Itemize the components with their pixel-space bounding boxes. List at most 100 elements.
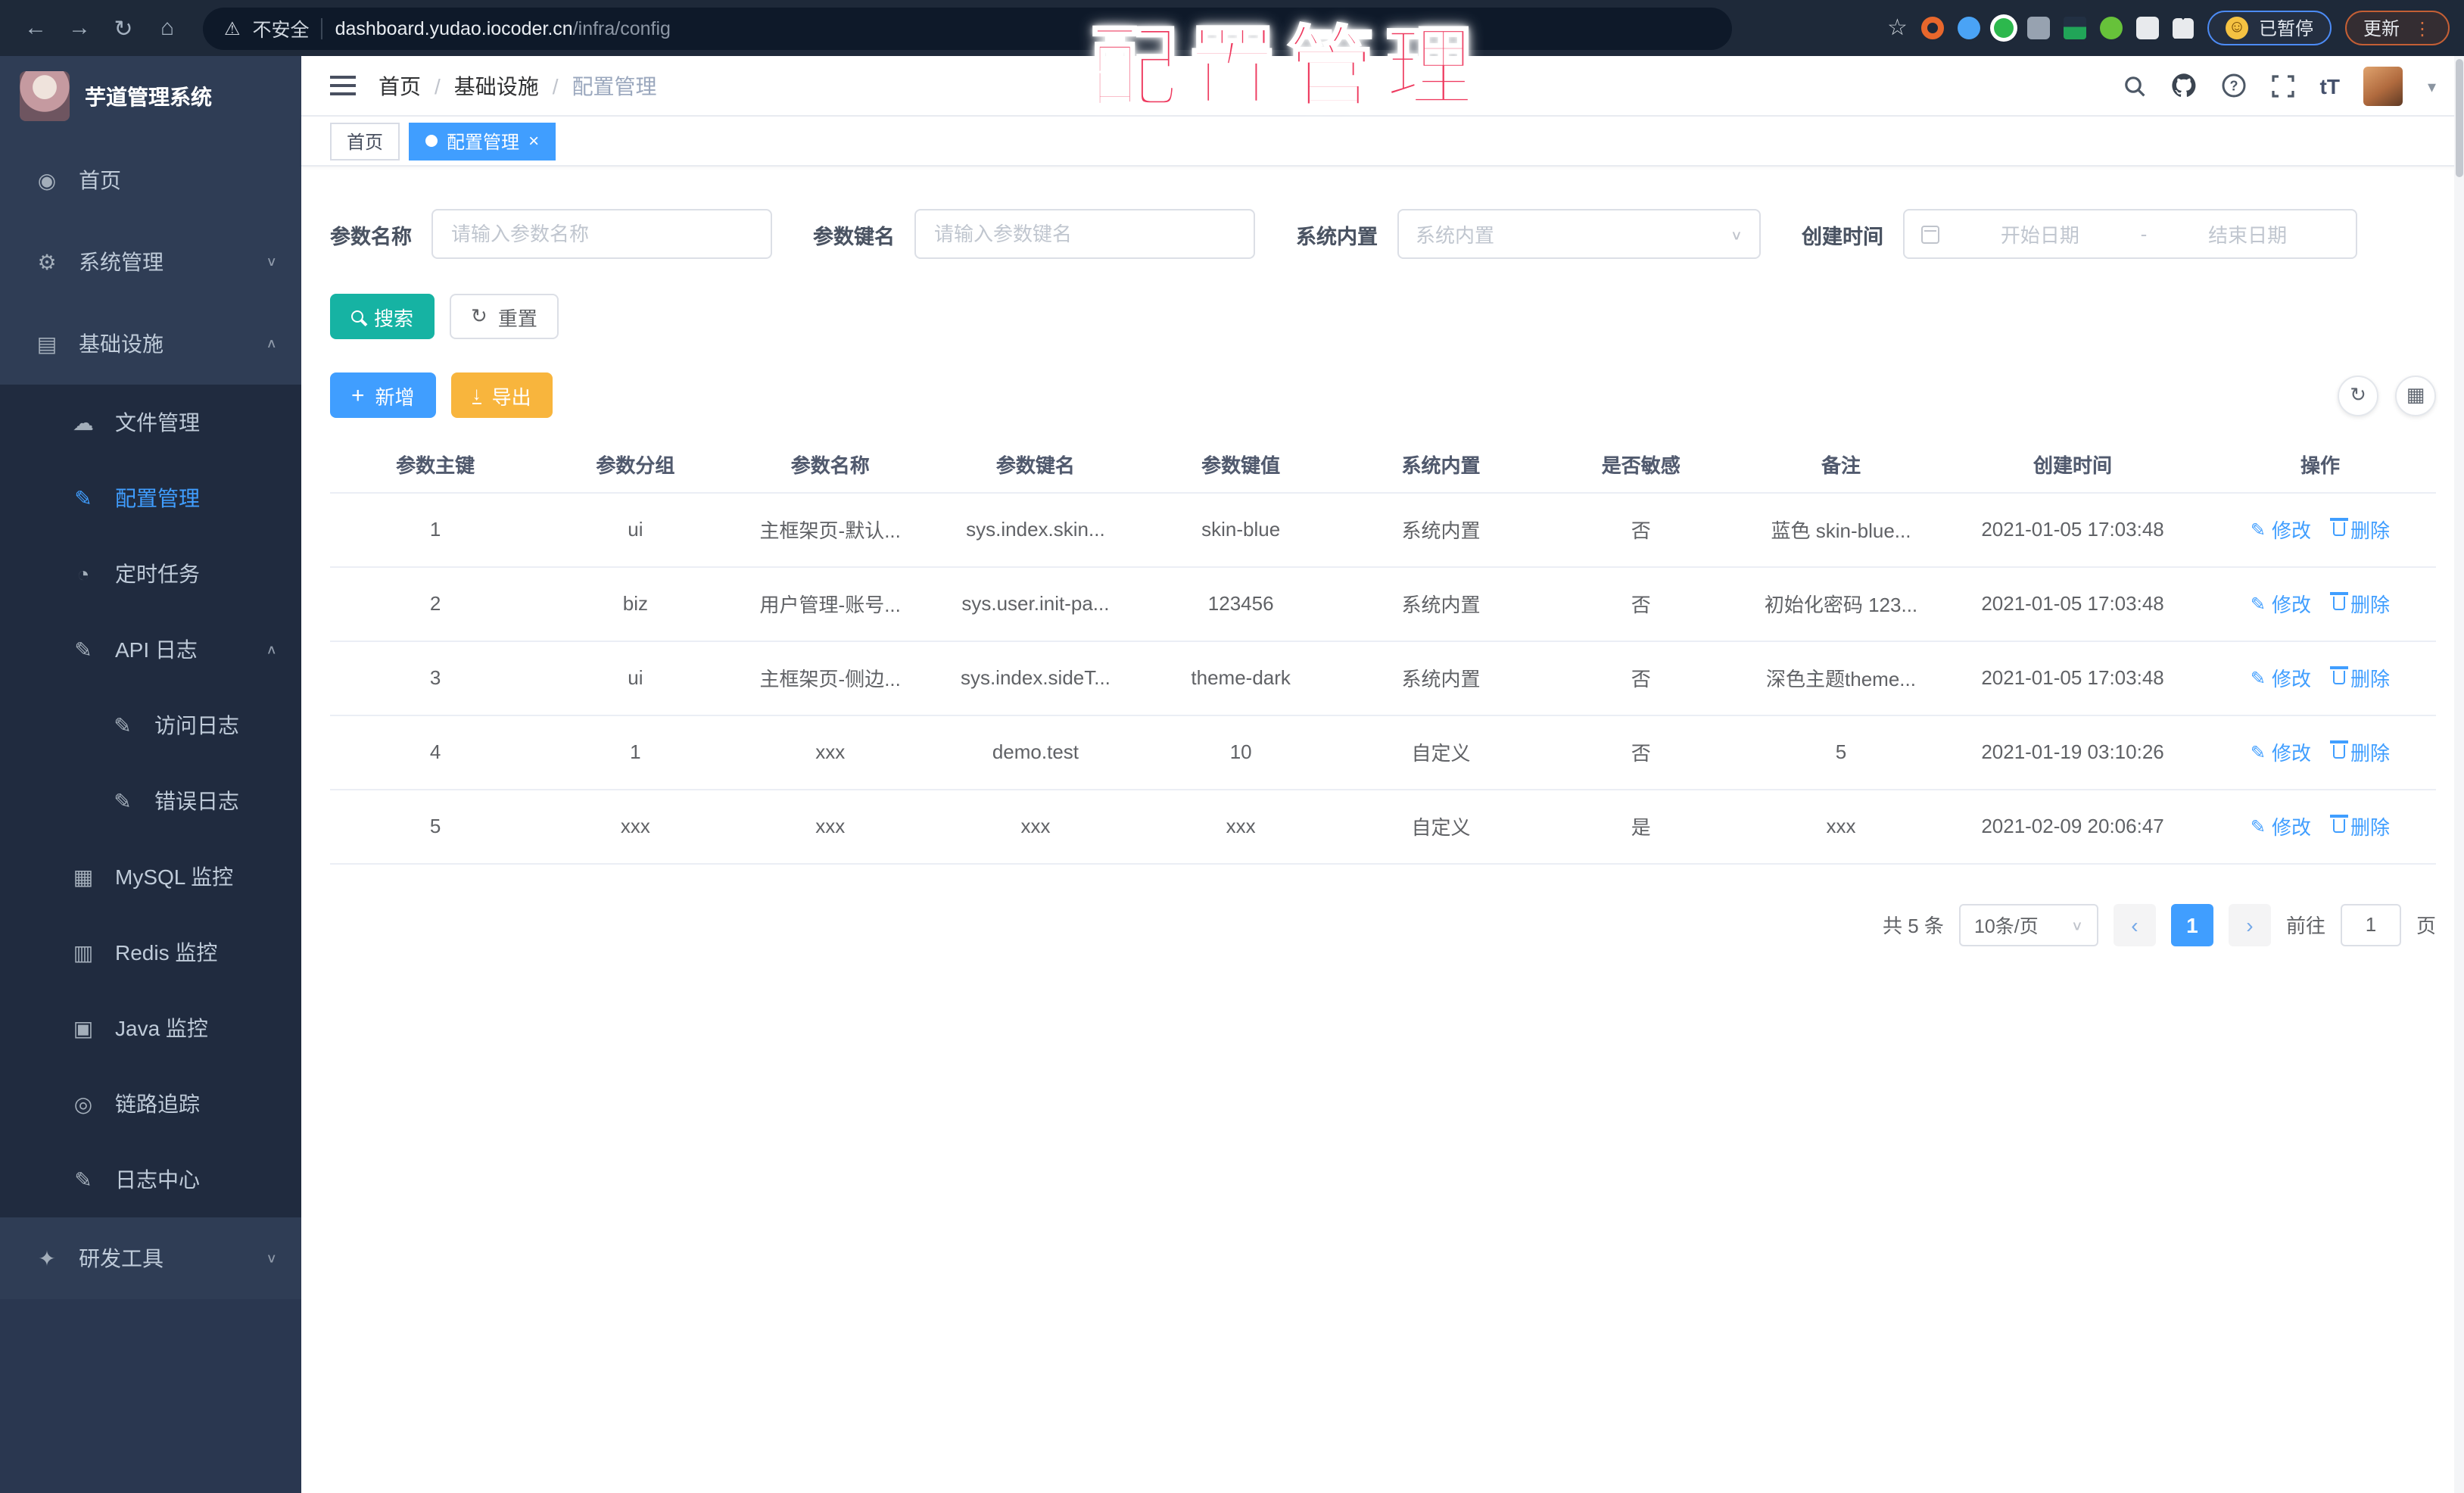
sidebar-item-14[interactable]: ✦ 研发工具 ∨	[0, 1217, 301, 1299]
extension-icon[interactable]	[2135, 17, 2159, 39]
sidebar-item-8[interactable]: ✎ 错误日志	[0, 763, 301, 839]
browser-reload-icon[interactable]	[103, 8, 144, 48]
table-cell: 初始化密码 123...	[1740, 566, 1942, 641]
sidebar-empty-area	[0, 1299, 301, 1493]
help-icon[interactable]: ?	[2222, 73, 2248, 98]
delete-link-label: 删除	[2350, 519, 2391, 542]
sidebar-item-5[interactable]: ◔ 定时任务	[0, 536, 301, 612]
font-size-icon[interactable]: tT	[2320, 73, 2340, 98]
table-cell: xxx	[540, 789, 730, 864]
table-cell: theme-dark	[1141, 641, 1341, 715]
sidebar-item-12[interactable]: ◎ 链路追踪	[0, 1066, 301, 1142]
tab-home[interactable]: 首页	[330, 122, 400, 160]
reset-icon	[471, 304, 488, 329]
table-cell: xxx	[1141, 789, 1341, 864]
tab-label: 配置管理	[447, 131, 520, 152]
paused-extension-badge[interactable]: 已暂停	[2207, 11, 2332, 45]
browser-update-button[interactable]: 更新	[2344, 11, 2450, 45]
edit-link[interactable]: 修改	[2251, 589, 2311, 618]
sidebar-item-4[interactable]: ✎ 配置管理	[0, 460, 301, 536]
sidebar-item-0[interactable]: ◉ 首页	[0, 139, 301, 221]
table-cell: biz	[540, 566, 730, 641]
param-key-input[interactable]	[914, 209, 1255, 259]
table-cell: 深色主题theme...	[1740, 641, 1942, 715]
breadcrumb-home[interactable]: 首页	[378, 70, 421, 101]
browser-home-icon[interactable]	[147, 8, 188, 48]
extension-icon[interactable]	[2099, 17, 2123, 39]
table-cell: 4	[330, 715, 541, 790]
delete-link[interactable]: 删除	[2329, 515, 2391, 544]
delete-link[interactable]: 删除	[2329, 737, 2390, 766]
app-logo-row[interactable]: 芋道管理系统	[0, 56, 301, 133]
browser-menu-icon[interactable]	[2413, 17, 2431, 39]
user-avatar[interactable]	[2363, 66, 2403, 105]
date-range-picker[interactable]: 开始日期 - 结束日期	[1903, 209, 2357, 259]
page-scrollbar[interactable]	[2454, 56, 2464, 1493]
edit-link[interactable]: 修改	[2251, 812, 2311, 840]
search-button[interactable]: 搜索	[330, 294, 435, 339]
breadcrumb-current: 配置管理	[572, 73, 657, 98]
github-icon[interactable]	[2172, 73, 2198, 98]
sidebar-item-6[interactable]: ✎ API 日志 ∧	[0, 612, 301, 687]
table-cell: skin-blue	[1141, 492, 1341, 567]
edit-link[interactable]: 修改	[2251, 737, 2311, 766]
sidebar-item-13[interactable]: ✎ 日志中心	[0, 1142, 301, 1217]
sidebar-item-11[interactable]: ▣ Java 监控	[0, 990, 301, 1066]
url-host: dashboard.yudao.iocoder.cn	[335, 17, 573, 39]
prev-page-button[interactable]: ‹	[2113, 903, 2156, 946]
address-bar[interactable]: 不安全 dashboard.yudao.iocoder.cn/infra/con…	[203, 7, 1732, 49]
page-size-select[interactable]: 10条/页	[1958, 903, 2098, 946]
current-page-button[interactable]: 1	[2170, 903, 2213, 946]
sidebar-item-3[interactable]: ☁ 文件管理	[0, 385, 301, 460]
delete-link[interactable]: 删除	[2329, 589, 2391, 618]
add-button[interactable]: 新增	[330, 372, 436, 418]
extensions-puzzle-icon[interactable]	[2172, 17, 2194, 39]
tab-config[interactable]: 配置管理	[409, 122, 556, 160]
next-page-button[interactable]: ›	[2228, 903, 2271, 946]
date-start-placeholder: 开始日期	[2000, 224, 2079, 247]
sidebar-item-9[interactable]: ▦ MySQL 监控	[0, 839, 301, 915]
sidebar-item-7[interactable]: ✎ 访问日志	[0, 687, 301, 763]
user-menu-caret-icon[interactable]	[2428, 72, 2436, 99]
sidebar-item-1[interactable]: ⚙ 系统管理 ∨	[0, 221, 301, 303]
delete-link[interactable]: 删除	[2329, 812, 2390, 840]
extension-icon[interactable]	[1993, 18, 2014, 38]
bookmark-star-icon[interactable]	[1887, 14, 1908, 42]
export-button[interactable]: 导出	[450, 372, 553, 418]
row-actions: 修改 删除	[2204, 789, 2436, 864]
column-settings-button[interactable]	[2395, 375, 2436, 416]
chevron-down-icon: ∨	[266, 1251, 277, 1266]
sidebar-item-2[interactable]: ▤ 基础设施 ∧	[0, 303, 301, 385]
builtin-select[interactable]: 系统内置	[1397, 209, 1761, 259]
param-name-input[interactable]	[431, 209, 772, 259]
extension-icon[interactable]	[2063, 17, 2086, 39]
collapse-sidebar-icon[interactable]	[330, 76, 356, 95]
edit-icon	[2251, 518, 2266, 541]
delete-link-label: 删除	[2350, 594, 2391, 616]
scrollbar-thumb[interactable]	[2456, 59, 2463, 177]
infrastructure-icon: ▤	[36, 331, 58, 355]
extension-icon[interactable]	[1920, 17, 1944, 39]
plus-icon	[351, 384, 365, 407]
edit-link[interactable]: 修改	[2251, 515, 2311, 544]
edit-link-label: 修改	[2271, 594, 2311, 616]
goto-page-input[interactable]	[2340, 903, 2401, 946]
edit-link[interactable]: 修改	[2251, 663, 2311, 692]
close-tab-icon[interactable]	[528, 130, 539, 151]
extension-icon[interactable]	[2026, 17, 2050, 39]
access-log-icon: ✎	[114, 712, 132, 737]
browser-back-icon[interactable]	[15, 8, 56, 48]
extension-icon[interactable]	[1957, 17, 1980, 39]
browser-forward-icon[interactable]	[59, 8, 100, 48]
reset-button[interactable]: 重置	[450, 294, 559, 339]
sidebar-item-label: 定时任务	[115, 562, 200, 586]
sidebar-item-10[interactable]: ▥ Redis 监控	[0, 915, 301, 990]
fullscreen-icon[interactable]	[2272, 73, 2296, 98]
breadcrumb-infra[interactable]: 基础设施	[454, 70, 539, 101]
delete-link[interactable]: 删除	[2329, 663, 2390, 692]
refresh-table-button[interactable]	[2338, 375, 2378, 416]
search-icon[interactable]	[2123, 73, 2148, 98]
active-tab-dot	[425, 135, 438, 147]
table-cell: 否	[1540, 715, 1741, 790]
sidebar-item-label: 日志中心	[115, 1167, 200, 1192]
